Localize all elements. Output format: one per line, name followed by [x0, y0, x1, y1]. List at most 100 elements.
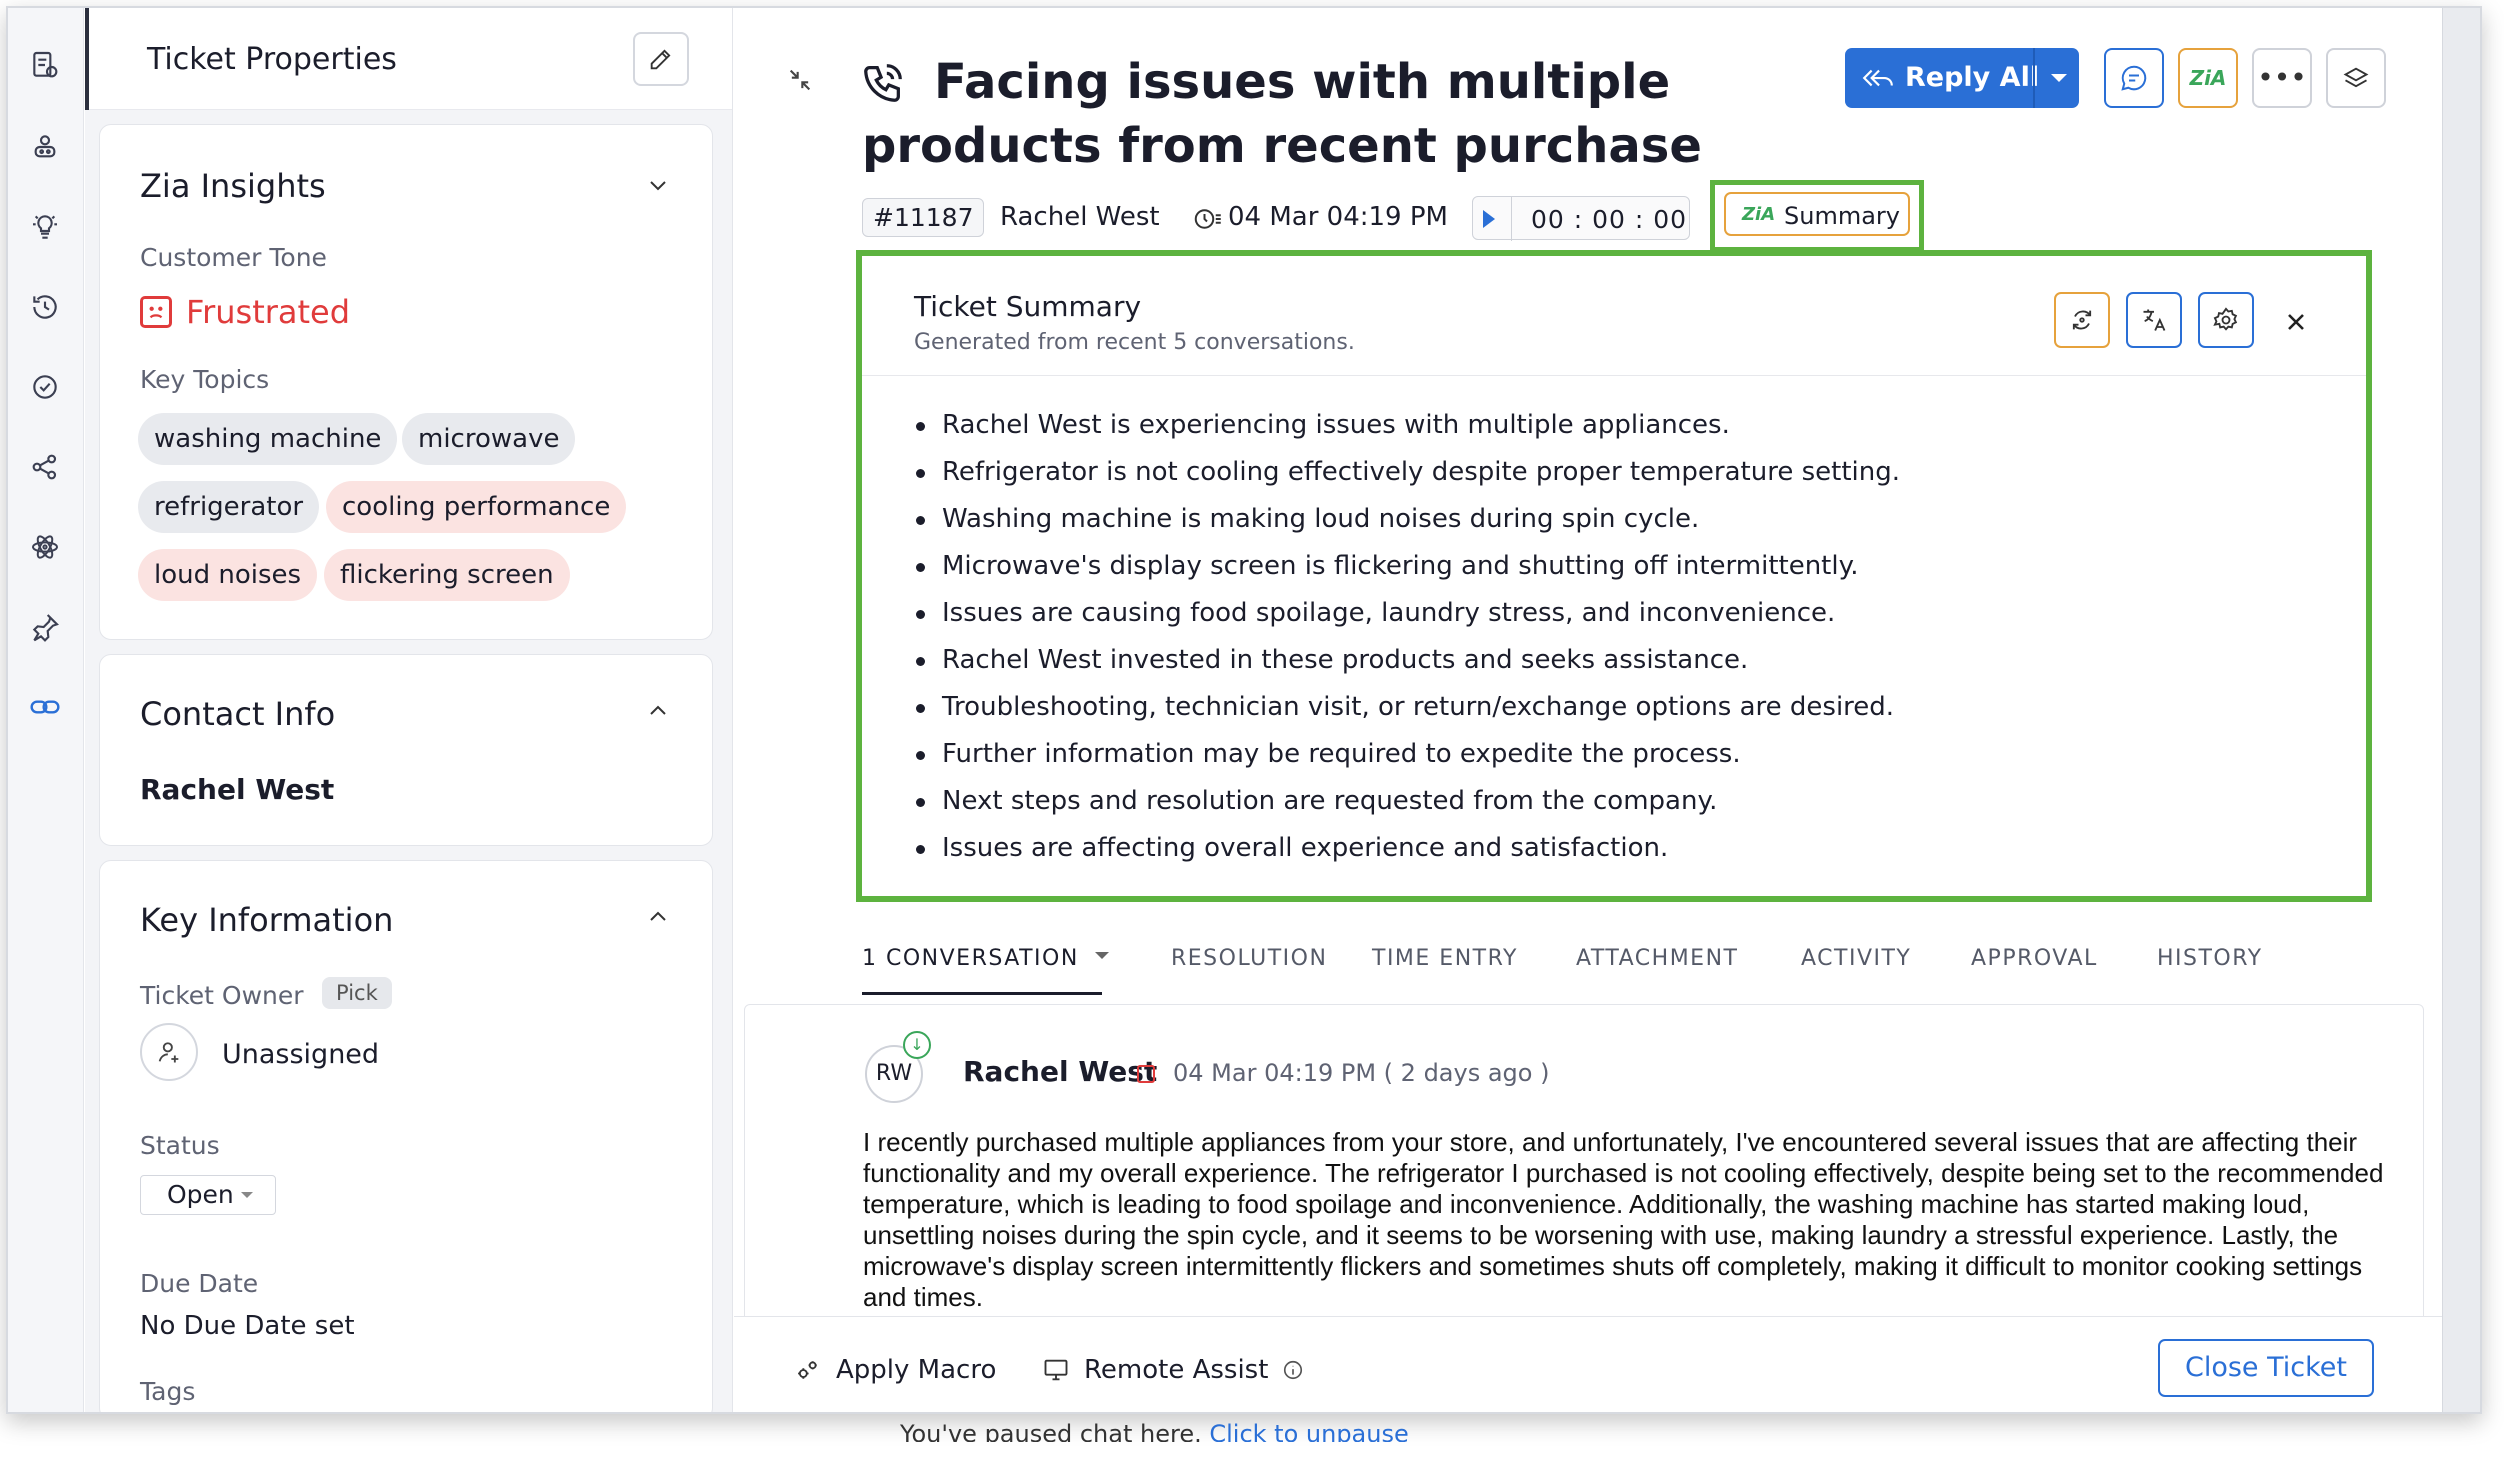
translate-button[interactable]: [2126, 292, 2182, 348]
app-window: Ticket Properties Zia Insights Customer …: [6, 6, 2482, 1414]
atom-icon[interactable]: [28, 530, 62, 564]
ellipsis-icon: •••: [2257, 61, 2307, 94]
user-plus-icon: [158, 1042, 179, 1063]
tab-approval[interactable]: APPROVAL: [1971, 946, 2098, 971]
ticket-owner-value: Unassigned: [222, 1039, 380, 1070]
summary-point: Issues are causing food spoilage, laundr…: [914, 590, 1900, 637]
summary-point: Rachel West invested in these products a…: [914, 637, 1900, 684]
properties-title: Ticket Properties: [147, 42, 397, 77]
tab-history[interactable]: HISTORY: [2157, 946, 2263, 971]
incoming-icon: ↓: [903, 1031, 931, 1059]
play-icon[interactable]: [1483, 210, 1495, 228]
zia-logo-icon: ZiA: [1742, 204, 1776, 225]
summary-button[interactable]: ZiA Summary: [1724, 192, 1910, 236]
summary-point: Further information may be required to e…: [914, 731, 1900, 778]
ticket-properties-panel: Ticket Properties Zia Insights Customer …: [85, 8, 733, 1412]
key-topics-label: Key Topics: [140, 365, 270, 394]
tab-resolution[interactable]: RESOLUTION: [1171, 946, 1327, 971]
tab-conversation[interactable]: 1 CONVERSATION: [862, 946, 1109, 971]
contact-info-title: Contact Info: [140, 695, 336, 733]
macro-icon: [798, 1361, 817, 1379]
summary-point: Refrigerator is not cooling effectively …: [914, 449, 1900, 496]
divider: [2033, 48, 2035, 108]
icon-rail: [8, 8, 84, 1412]
ticket-timer[interactable]: 00 : 00 : 00: [1472, 196, 1690, 241]
collapse-icon[interactable]: [786, 66, 814, 94]
topic-chip: microwave: [402, 413, 576, 465]
status-value: Open: [167, 1180, 234, 1209]
translate-icon: [2143, 309, 2166, 331]
reply-all-icon: [1862, 69, 1893, 87]
summary-point: Next steps and resolution are requested …: [914, 778, 1900, 825]
summary-subtitle: Generated from recent 5 conversations.: [914, 330, 1355, 355]
chevron-up-icon[interactable]: [646, 905, 670, 929]
regenerate-button[interactable]: [2054, 292, 2110, 348]
topic-chip: washing machine: [138, 413, 398, 465]
summary-point: Troubleshooting, technician visit, or re…: [914, 684, 1900, 731]
contact-name[interactable]: Rachel West: [140, 773, 334, 806]
more-options-button[interactable]: •••: [2252, 48, 2312, 108]
topic-chip: cooling performance: [326, 481, 627, 533]
check-circle-icon[interactable]: [28, 370, 62, 404]
remote-assist-label: Remote Assist: [1084, 1355, 1269, 1385]
chat-paused-text: You've paused chat here.: [900, 1420, 1202, 1442]
reply-options-dropdown[interactable]: [2051, 74, 2067, 90]
summary-label: Summary: [1784, 202, 1900, 230]
topic-chip: refrigerator: [138, 481, 320, 533]
tags-label: Tags: [140, 1377, 196, 1406]
share-icon[interactable]: [28, 450, 62, 484]
lightbulb-icon[interactable]: [28, 210, 62, 244]
zia-bot-icon[interactable]: [28, 130, 62, 164]
contact-info-card: Contact Info Rachel West: [99, 654, 713, 846]
close-icon[interactable]: [2282, 308, 2310, 336]
tab-time-entry[interactable]: TIME ENTRY: [1372, 946, 1518, 971]
settings-button[interactable]: [2198, 292, 2254, 348]
summary-points: Rachel West is experiencing issues with …: [914, 402, 1900, 872]
ticket-properties-icon[interactable]: [28, 48, 62, 82]
key-information-card: Key Information Ticket Owner Pick Unassi…: [99, 860, 713, 1412]
caret-down-icon: [1094, 952, 1109, 966]
customer-tone: Frustrated: [140, 293, 350, 331]
link-icon[interactable]: [28, 690, 62, 724]
pencil-icon: [650, 49, 671, 70]
ticket-summary-panel: Ticket Summary Generated from recent 5 c…: [856, 250, 2372, 902]
sender-name[interactable]: Rachel West: [963, 1055, 1157, 1088]
ticket-tabs: 1 CONVERSATION RESOLUTION TIME ENTRY ATT…: [862, 934, 2322, 1000]
refresh-icon: [2072, 310, 2092, 330]
tab-conversation-label: 1 CONVERSATION: [862, 946, 1079, 971]
edit-button[interactable]: [633, 32, 689, 86]
chevron-up-icon[interactable]: [646, 699, 670, 723]
history-icon[interactable]: [28, 290, 62, 324]
status-dropdown[interactable]: Open: [140, 1175, 276, 1215]
scrollbar-track[interactable]: [2442, 8, 2480, 1412]
zia-insights-title: Zia Insights: [140, 167, 326, 205]
summary-point: Washing machine is making loud noises du…: [914, 496, 1900, 543]
properties-header: Ticket Properties: [85, 8, 732, 110]
tab-activity[interactable]: ACTIVITY: [1801, 946, 1911, 971]
due-date-value[interactable]: No Due Date set: [140, 1311, 355, 1341]
ticket-id: #11187: [862, 198, 985, 237]
pick-button[interactable]: Pick: [322, 977, 392, 1009]
tab-attachment[interactable]: ATTACHMENT: [1576, 946, 1738, 971]
apply-macro-button[interactable]: Apply Macro: [794, 1355, 996, 1385]
remote-assist-button[interactable]: Remote Assist: [1042, 1355, 1304, 1385]
pin-icon[interactable]: [28, 610, 62, 644]
layers-icon: [2343, 67, 2369, 88]
key-information-title: Key Information: [140, 901, 394, 939]
active-indicator: [85, 8, 89, 110]
zia-logo-icon: ZiA: [2189, 66, 2227, 90]
chevron-down-icon[interactable]: [646, 173, 670, 197]
ticket-detail: Facing issues with multiple products fro…: [734, 8, 2442, 1412]
close-ticket-button[interactable]: Close Ticket: [2158, 1339, 2374, 1397]
clock-icon: [1194, 209, 1221, 229]
zia-insights-card: Zia Insights Customer Tone Frustrated Ke…: [99, 124, 713, 640]
ticket-contact[interactable]: Rachel West: [1000, 202, 1160, 232]
layers-button[interactable]: [2326, 48, 2386, 108]
reply-all-button[interactable]: Reply All: [1845, 48, 2079, 108]
comment-button[interactable]: [2104, 48, 2164, 108]
zia-button[interactable]: ZiA: [2178, 48, 2238, 108]
info-icon[interactable]: [1282, 1359, 1304, 1381]
due-date-label: Due Date: [140, 1269, 259, 1298]
unpause-link[interactable]: Click to unpause: [1209, 1420, 1408, 1442]
add-owner-button[interactable]: [140, 1023, 198, 1081]
